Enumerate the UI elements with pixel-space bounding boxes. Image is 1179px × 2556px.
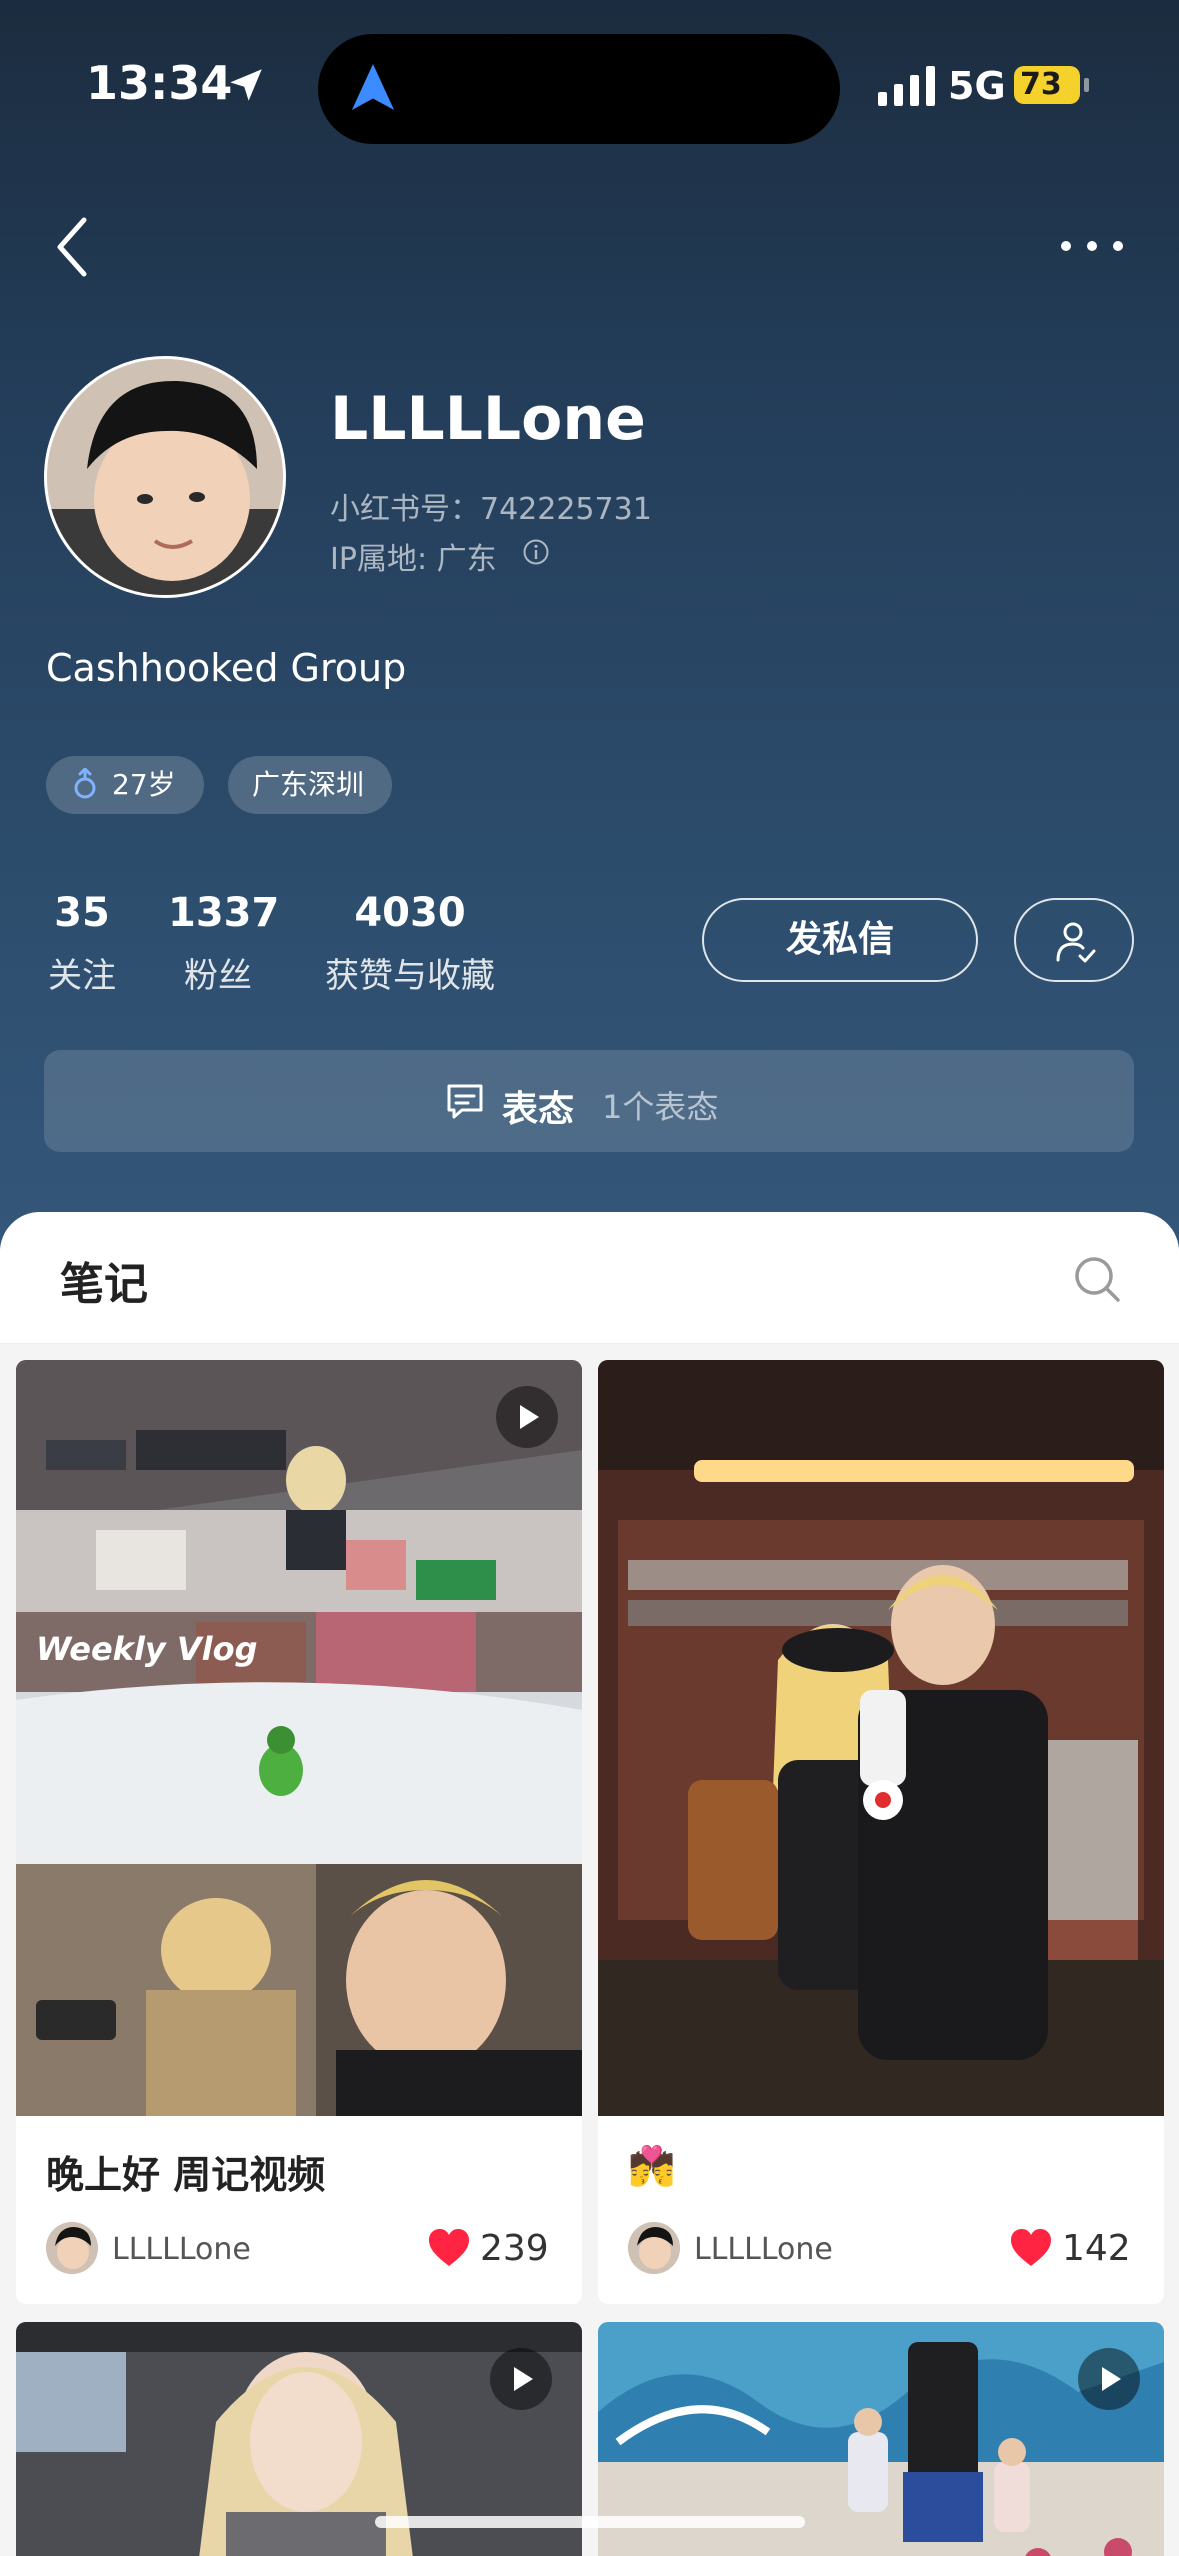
location-tag: 广东深圳	[228, 756, 392, 814]
male-gender-icon	[74, 768, 96, 799]
status-time: 13:34	[86, 56, 233, 110]
note-footer: LLLLLone 142	[628, 2222, 1148, 2276]
note-footer: LLLLLone 239	[46, 2222, 566, 2276]
more-options-icon[interactable]	[1058, 226, 1126, 266]
author-avatar-image	[46, 2222, 98, 2274]
user-check-icon	[1056, 922, 1096, 963]
fans-stat[interactable]: 1337 粉丝	[168, 890, 280, 997]
battery-icon: 73	[1014, 66, 1080, 104]
note-cover-image	[598, 1360, 1164, 2116]
back-icon[interactable]	[48, 212, 98, 282]
author-name[interactable]: LLLLLone	[112, 2232, 251, 2267]
note-cover-image: Weekly Vlog	[16, 1360, 582, 2116]
red-id[interactable]: 小红书号：742225731	[330, 484, 652, 528]
location-arrow-icon	[230, 69, 262, 101]
username: LLLLLone	[330, 384, 646, 454]
video-badge	[496, 1386, 558, 1448]
tab-notes[interactable]: 笔记	[60, 1248, 148, 1312]
likes-label: 获赞与收藏	[325, 956, 495, 996]
note-card[interactable]: 💏 LLLLLone 142	[598, 1360, 1164, 2304]
battery-level: 73	[1020, 67, 1062, 102]
reaction-count: 1个表态	[602, 1088, 719, 1126]
note-card[interactable]: Weekly Vlog 晚上好 周记视频 LLLLLone 239	[16, 1360, 582, 2304]
notes-sheet: 笔记 Weekly Vlog 晚上好 周记视频 LLLLLone 239 💏 L…	[0, 1212, 1179, 2556]
likes-stat[interactable]: 4030 获赞与收藏	[316, 890, 504, 997]
fans-count: 1337	[168, 890, 280, 936]
signal-icon	[878, 66, 935, 106]
avatar-image	[47, 359, 283, 595]
likes-count: 4030	[354, 890, 466, 936]
send-message-button[interactable]: 发私信	[702, 898, 978, 982]
video-badge	[1078, 2348, 1140, 2410]
age-tag: 27岁	[46, 756, 204, 814]
fans-label: 粉丝	[184, 956, 252, 996]
comment-icon	[447, 1084, 483, 1119]
video-badge	[490, 2348, 552, 2410]
status-bar: 13:34 5G 73	[0, 0, 1179, 160]
like-count: 142	[1062, 2228, 1131, 2269]
heart-icon[interactable]	[1010, 2228, 1052, 2268]
author-avatar-image	[628, 2222, 680, 2274]
play-icon	[520, 1405, 539, 1429]
author-avatar[interactable]	[628, 2222, 680, 2274]
play-icon	[1102, 2367, 1121, 2391]
note-title: 晚上好 周记视频	[46, 2153, 326, 2197]
battery-tip	[1084, 78, 1089, 92]
following-label: 关注	[48, 956, 116, 996]
mirror-selfie-image	[598, 1360, 1164, 2116]
network-type: 5G	[948, 64, 1006, 108]
note-title: 💏	[628, 2144, 676, 2188]
following-count: 35	[54, 890, 110, 936]
home-indicator[interactable]	[375, 2516, 805, 2528]
reaction-bar[interactable]: 表态 1个表态	[44, 1050, 1134, 1152]
location-tag-label: 广东深圳	[252, 768, 365, 801]
play-icon	[514, 2367, 533, 2391]
info-icon[interactable]	[522, 538, 550, 566]
author-name[interactable]: LLLLLone	[694, 2232, 833, 2267]
dynamic-island	[318, 34, 840, 144]
heart-icon[interactable]	[428, 2228, 470, 2268]
vlog-collage-image: Weekly Vlog	[16, 1360, 582, 2116]
age-tag-label: 27岁	[112, 768, 176, 801]
bio: Cashhooked Group	[46, 646, 407, 690]
author-avatar[interactable]	[46, 2222, 98, 2274]
search-icon[interactable]	[1072, 1254, 1122, 1304]
weekly-vlog-overlay: Weekly Vlog	[36, 1630, 258, 1668]
navigation-icon	[351, 64, 395, 110]
profile-avatar[interactable]	[44, 356, 286, 598]
follow-status-button[interactable]	[1014, 898, 1134, 982]
reaction-title: 表态	[502, 1089, 575, 1130]
following-stat[interactable]: 35 关注	[44, 890, 120, 997]
ip-location: IP属地: 广东	[330, 542, 497, 577]
like-count: 239	[480, 2228, 549, 2269]
notes-tab-row: 笔记	[0, 1212, 1179, 1344]
